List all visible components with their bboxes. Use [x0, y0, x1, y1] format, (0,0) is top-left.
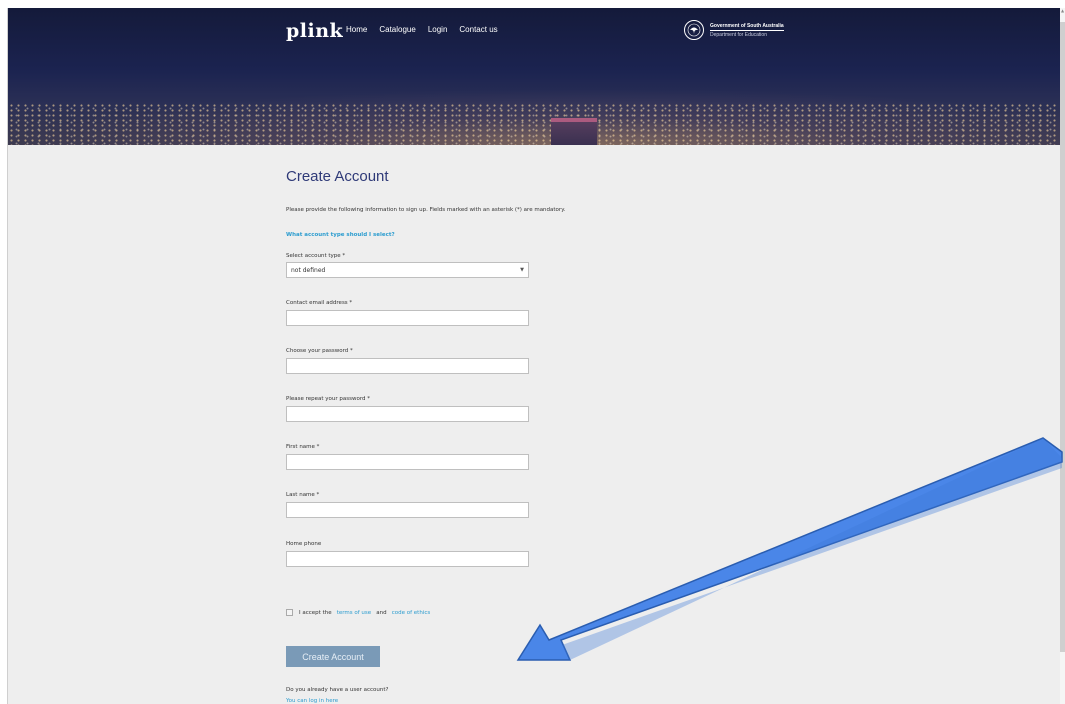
government-logo[interactable]: Government of South Australia Department…: [684, 20, 784, 40]
terms-prefix: I accept the: [299, 609, 332, 616]
already-have-account-text: Do you already have a user account?: [286, 687, 389, 693]
gov-name: Government of South Australia: [710, 22, 784, 31]
create-account-button[interactable]: Create Account: [286, 646, 380, 667]
last-name-field[interactable]: [286, 502, 529, 518]
caret-down-icon: ▼: [520, 267, 524, 273]
piping-shrike-emblem-icon: [684, 20, 704, 40]
repeat-password-label: Please repeat your password *: [286, 396, 370, 402]
nav-contact-us[interactable]: Contact us: [459, 25, 497, 34]
intro-text: Please provide the following information…: [286, 207, 566, 213]
nav-catalogue[interactable]: Catalogue: [379, 25, 415, 34]
accept-terms-checkbox[interactable]: [286, 609, 293, 616]
terms-of-use-link[interactable]: terms of use: [337, 610, 371, 616]
gov-department: Department for Education: [710, 31, 767, 38]
scrollbar-thumb[interactable]: [1060, 22, 1065, 652]
city-tower: [551, 118, 597, 145]
first-name-label: First name *: [286, 444, 320, 450]
repeat-password-field[interactable]: [286, 406, 529, 422]
city-lights: [8, 103, 1060, 145]
last-name-label: Last name *: [286, 492, 320, 498]
terms-row: I accept the terms of use and code of et…: [286, 603, 430, 622]
nav-login[interactable]: Login: [428, 25, 448, 34]
login-here-link[interactable]: You can log in here: [286, 698, 338, 704]
email-field[interactable]: [286, 310, 529, 326]
page: plink Home Catalogue Login Contact us Go…: [7, 8, 1060, 704]
vertical-scrollbar[interactable]: ▲: [1060, 8, 1065, 704]
main-nav: Home Catalogue Login Contact us: [346, 25, 510, 34]
page-title: Create Account: [286, 168, 389, 185]
scroll-up-arrow-icon[interactable]: ▲: [1060, 8, 1065, 18]
home-phone-label: Home phone: [286, 541, 322, 547]
account-type-label: Select account type *: [286, 253, 346, 259]
password-label: Choose your password *: [286, 348, 353, 354]
account-type-value: not defined: [291, 266, 326, 274]
home-phone-field[interactable]: [286, 551, 529, 567]
plink-logo[interactable]: plink: [286, 20, 343, 42]
header-banner: plink Home Catalogue Login Contact us Go…: [8, 8, 1060, 145]
code-of-ethics-link[interactable]: code of ethics: [392, 610, 431, 616]
terms-and: and: [376, 609, 387, 616]
account-type-help-link[interactable]: What account type should I select?: [286, 232, 395, 238]
account-type-select[interactable]: not defined ▼: [286, 262, 529, 278]
email-label: Contact email address *: [286, 300, 353, 306]
first-name-field[interactable]: [286, 454, 529, 470]
password-field[interactable]: [286, 358, 529, 374]
nav-home[interactable]: Home: [346, 25, 367, 34]
